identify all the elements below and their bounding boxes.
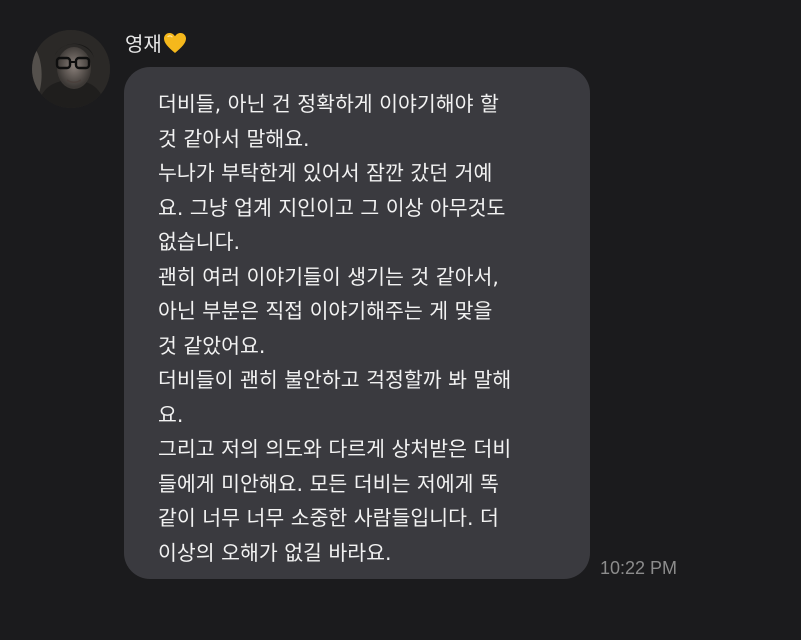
message-line: 요. 그냥 업계 지인이고 그 이상 아무것도	[158, 195, 506, 220]
yellow-heart-icon	[163, 32, 187, 60]
message-bubble[interactable]: 더비들, 아닌 건 정확하게 이야기해야 할 것 같아서 말해요. 누나가 부탁…	[124, 67, 590, 579]
message-line: 괜히 여러 이야기들이 생기는 것 같아서,	[158, 264, 499, 289]
message-line: 누나가 부탁한게 있어서 잠깐 갔던 거예	[158, 161, 493, 185]
profile-photo-icon	[32, 30, 110, 108]
message-line: 요.	[158, 402, 184, 427]
chat-view: 영재 더비들, 아닌 건 정확하게 이야기해야 할 것 같아서 말해요. 누나가…	[0, 0, 801, 640]
message-line: 것 같아서 말해요.	[158, 126, 310, 151]
message-line: 그리고 저의 의도와 다르게 상처받은 더비	[158, 437, 512, 461]
message-line: 같이 너무 너무 소중한 사람들입니다. 더	[158, 506, 499, 530]
message-line: 들에게 미안해요. 모든 더비는 저에게 똑	[158, 471, 499, 496]
message-line: 없습니다.	[158, 230, 240, 254]
sender-name-text: 영재	[125, 32, 162, 56]
message-line: 것 같았어요.	[158, 333, 266, 358]
message-line: 더비들이 괜히 불안하고 걱정할까 봐 말해	[158, 368, 512, 392]
sender-name: 영재	[125, 31, 187, 60]
message-line: 아닌 부분은 직접 이야기해주는 게 맞을	[158, 299, 493, 323]
message-line: 더비들, 아닌 건 정확하게 이야기해야 할	[158, 92, 499, 116]
message-timestamp: 10:22 PM	[600, 558, 678, 578]
message-line: 이상의 오해가 없길 바라요.	[158, 540, 392, 565]
avatar[interactable]	[32, 30, 110, 108]
